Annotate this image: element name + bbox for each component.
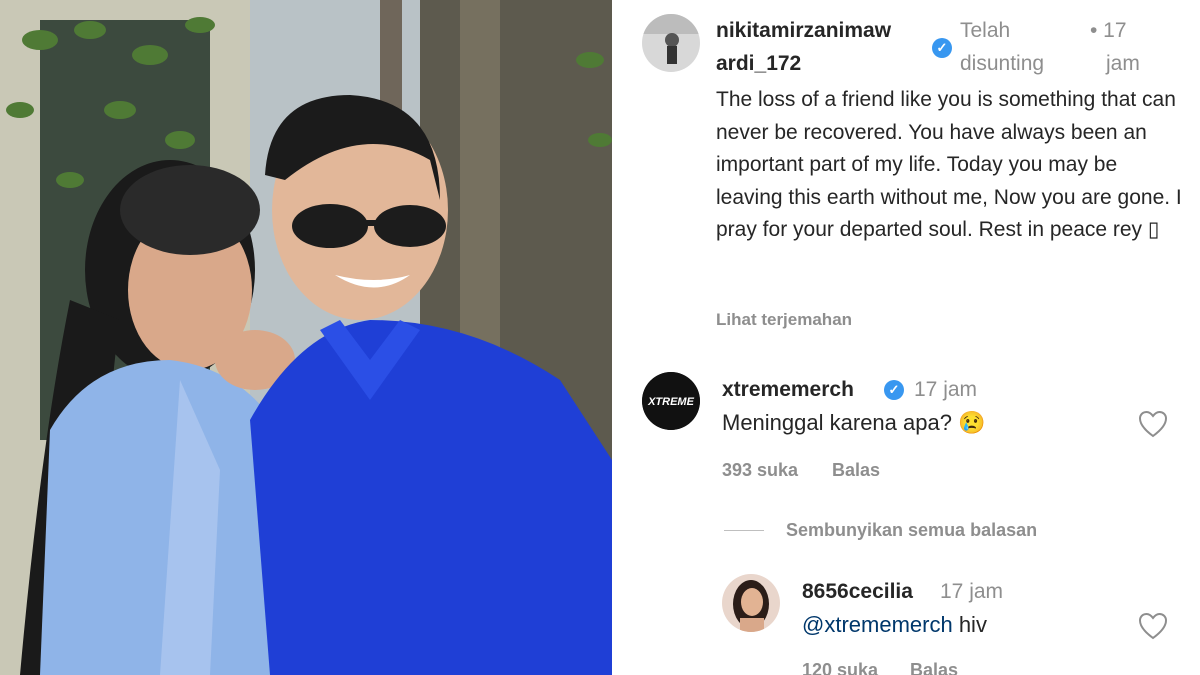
xtreme-logo-text: XTREME xyxy=(647,396,695,408)
post-author-username-line2[interactable]: ardi_172 xyxy=(716,47,801,80)
reply-mention-link[interactable]: @xtrememerch xyxy=(802,612,953,637)
comment-time: 17 jam xyxy=(914,378,978,401)
comments-panel: nikitamirzanimaw ardi_172 ✓ Telah disunt… xyxy=(612,0,1200,675)
comment-username[interactable]: xtrememerch xyxy=(722,373,854,406)
couple-photo-illustration xyxy=(0,0,612,675)
hide-replies-button[interactable]: Sembunyikan semua balasan xyxy=(786,520,1037,541)
replies-divider xyxy=(724,530,764,531)
reply-text: @xtrememerch hiv xyxy=(802,612,987,638)
reply-reply-button[interactable]: Balas xyxy=(910,660,958,675)
verified-badge-icon: ✓ xyxy=(932,38,952,58)
comment-like-count[interactable]: 393 suka xyxy=(722,460,798,481)
heart-icon[interactable] xyxy=(1138,612,1168,640)
reply-username[interactable]: 8656cecilia xyxy=(802,575,913,608)
post-time-line1: • 17 xyxy=(1090,19,1127,42)
comment-text: Meninggal karena apa? 😢 xyxy=(722,410,986,435)
heart-icon[interactable] xyxy=(1138,410,1168,438)
verified-badge-icon: ✓ xyxy=(884,380,904,400)
edited-label-line2: disunting xyxy=(960,52,1045,75)
xtreme-logo-icon: XTREME xyxy=(642,372,700,430)
comment-avatar-xtrememerch[interactable]: XTREME xyxy=(642,372,700,430)
edited-label-line1: Telah xyxy=(960,19,1011,42)
reply-avatar-8656cecilia[interactable] xyxy=(722,574,780,632)
reply-time: 17 jam xyxy=(940,580,1004,603)
post-time-line2: jam xyxy=(1106,52,1140,75)
post-caption: The loss of a friend like you is somethi… xyxy=(716,88,1182,241)
post-author-avatar[interactable] xyxy=(642,14,700,72)
post-photo xyxy=(0,0,612,675)
reply-text-body: hiv xyxy=(952,612,987,637)
see-translation-link[interactable]: Lihat terjemahan xyxy=(716,310,852,330)
reply-like-count[interactable]: 120 suka xyxy=(802,660,878,675)
comment-reply-button[interactable]: Balas xyxy=(832,460,880,481)
post-author-username-line1[interactable]: nikitamirzanimaw xyxy=(716,14,891,47)
author-avatar-image xyxy=(642,14,700,72)
reply-avatar-image xyxy=(722,574,780,632)
